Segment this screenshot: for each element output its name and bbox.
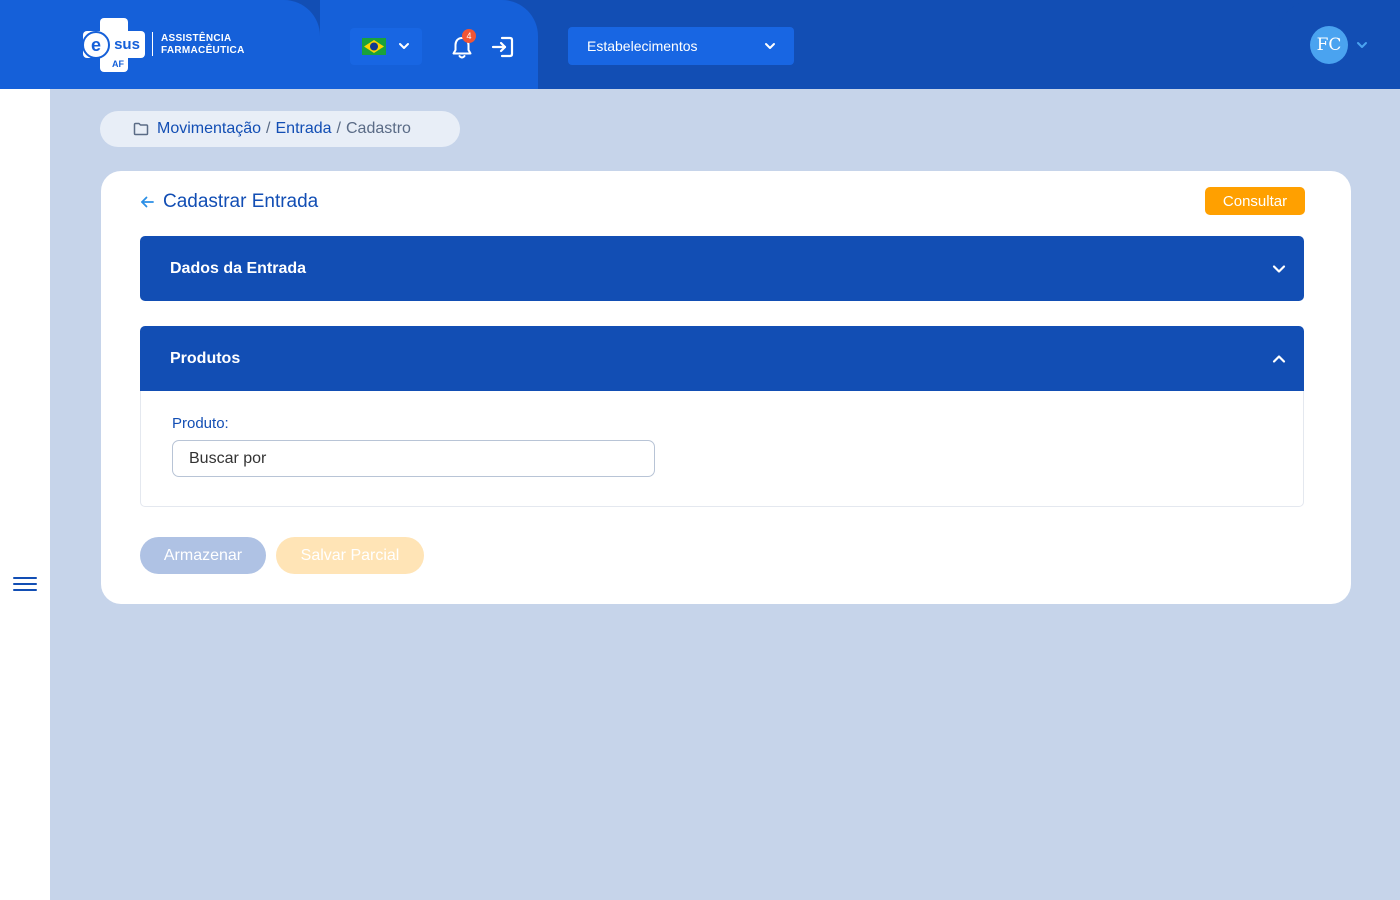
partial-save-button[interactable]: Salvar Parcial <box>276 537 424 574</box>
user-avatar[interactable]: FC <box>1310 26 1348 64</box>
panel-produtos-body: Produto: <box>140 391 1304 507</box>
logo-tagline-line1: ASSISTÊNCIA <box>161 33 232 44</box>
chevron-down-icon <box>1272 265 1286 273</box>
breadcrumb: Movimentação / Entrada / Cadastro <box>100 111 460 147</box>
panel-produtos[interactable]: Produtos <box>140 326 1304 391</box>
chevron-up-icon <box>1272 355 1286 363</box>
chevron-down-icon <box>765 43 775 49</box>
page-title-row: Cadastrar Entrada <box>140 191 318 213</box>
page-title: Cadastrar Entrada <box>163 191 319 212</box>
consult-button[interactable]: Consultar <box>1205 187 1305 215</box>
svg-text:e: e <box>91 35 101 55</box>
breadcrumb-separator: / <box>266 120 271 137</box>
establishment-select[interactable]: Estabelecimentos <box>568 27 794 65</box>
exit-icon[interactable] <box>489 34 515 60</box>
main-card: Cadastrar Entrada Consultar Dados da Ent… <box>101 171 1351 604</box>
panel-dados-da-entrada[interactable]: Dados da Entrada <box>140 236 1304 301</box>
product-search-input[interactable] <box>172 440 655 477</box>
breadcrumb-item-movimentacao[interactable]: Movimentação <box>157 120 261 138</box>
logo-divider <box>152 32 153 56</box>
breadcrumb-separator: / <box>336 120 341 137</box>
logo-area: e sus AF ASSISTÊNCIA FARMACÊUTICA <box>0 0 320 89</box>
breadcrumb-item-entrada[interactable]: Entrada <box>276 120 332 138</box>
chevron-down-icon[interactable] <box>1356 39 1368 51</box>
establishment-select-label: Estabelecimentos <box>587 38 698 54</box>
product-label: Produto: <box>172 415 229 432</box>
panel-dados-title: Dados da Entrada <box>170 259 307 277</box>
breadcrumb-item-cadastro: Cadastro <box>346 120 411 137</box>
chevron-down-icon <box>399 43 409 49</box>
logo-tagline-line2: FARMACÊUTICA <box>161 45 245 56</box>
top-bar: e sus AF ASSISTÊNCIA FARMACÊUTICA 4 Esta… <box>0 0 1400 89</box>
back-arrow-icon[interactable] <box>140 195 154 209</box>
panel-produtos-title: Produtos <box>170 349 241 367</box>
svg-text:AF: AF <box>112 59 124 69</box>
notification-badge: 4 <box>462 29 476 43</box>
svg-text:sus: sus <box>114 36 140 53</box>
sidebar <box>0 89 50 900</box>
brazil-flag-icon <box>362 38 386 55</box>
hamburger-menu-icon[interactable] <box>13 577 37 591</box>
store-button[interactable]: Armazenar <box>140 537 266 574</box>
language-selector[interactable] <box>350 28 422 65</box>
logo-tagline: ASSISTÊNCIA FARMACÊUTICA <box>161 33 245 57</box>
folder-icon <box>133 122 149 136</box>
